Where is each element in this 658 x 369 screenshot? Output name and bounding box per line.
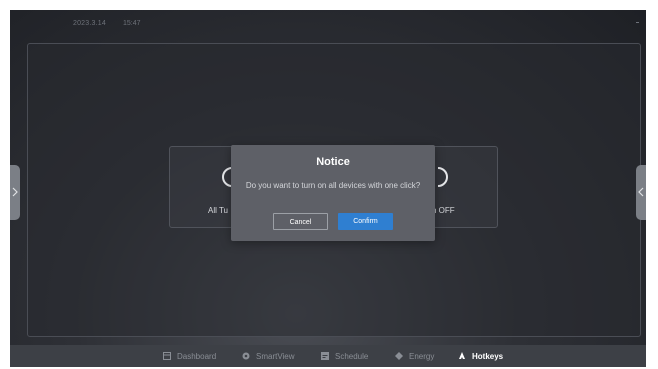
hotkeys-icon <box>459 352 465 359</box>
status-date: 2023.3.14 <box>73 20 106 27</box>
nav-item-hotkeys[interactable]: Hotkeys <box>458 345 503 367</box>
dialog-title: Notice <box>316 156 350 168</box>
confirm-button[interactable]: Confirm <box>338 213 393 230</box>
status-time: 15:47 <box>123 20 141 27</box>
dialog-message: Do you want to turn on all devices with … <box>245 181 421 190</box>
energy-icon <box>395 352 403 360</box>
notice-dialog: Notice Do you want to turn on all device… <box>231 145 435 241</box>
right-collapse-tab[interactable] <box>636 165 646 220</box>
left-collapse-tab[interactable] <box>10 165 20 220</box>
nav-item-energy[interactable]: Energy <box>395 345 434 367</box>
dashboard-icon <box>163 352 171 360</box>
smartview-icon <box>242 352 250 360</box>
nav-label: Energy <box>409 351 435 361</box>
bottom-nav: Dashboard SmartView Schedule Energy Hotk… <box>10 345 646 367</box>
nav-item-smartview[interactable]: SmartView <box>242 345 295 367</box>
nav-item-schedule[interactable]: Schedule <box>321 345 368 367</box>
app-screen: 2023.3.14 15:47 All Tu n OFF Notice Do y… <box>10 10 646 367</box>
status-indicator <box>636 22 639 23</box>
schedule-icon <box>321 352 329 360</box>
cancel-button[interactable]: Cancel <box>273 213 328 230</box>
power-off-icon <box>437 167 448 187</box>
chevron-right-icon <box>12 187 18 197</box>
chevron-left-icon <box>638 187 644 197</box>
all-turn-on-label: All Tu <box>208 206 229 215</box>
nav-label: Schedule <box>335 351 369 361</box>
nav-label: SmartView <box>256 351 295 361</box>
nav-item-dashboard[interactable]: Dashboard <box>163 345 216 367</box>
nav-label: Hotkeys <box>472 351 504 361</box>
nav-label: Dashboard <box>177 351 217 361</box>
all-turn-off-label: n OFF <box>432 206 455 215</box>
